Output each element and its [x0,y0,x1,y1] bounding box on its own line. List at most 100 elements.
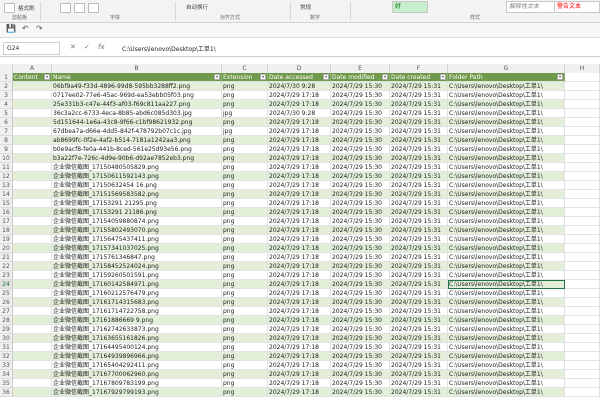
table-cell[interactable]: 企业微信截图_17162742633873.png [52,325,222,334]
table-cell[interactable] [565,280,600,289]
table-cell[interactable]: 2024/7/29 15:30 [331,298,390,307]
table-cell[interactable]: 2024/7/29 15:31 [390,181,448,190]
table-cell[interactable]: 2024/7/29 15:30 [331,271,390,280]
table-cell[interactable] [565,163,600,172]
table-cell[interactable]: 2024/7/29 15:31 [390,379,448,388]
table-cell[interactable]: 2024/7/29 15:30 [331,334,390,343]
table-cell[interactable]: 2024/7/29 15:30 [331,307,390,316]
table-cell[interactable]: 2024/7/29 15:30 [331,262,390,271]
table-cell[interactable]: 2024/7/29 15:30 [331,352,390,361]
table-cell[interactable]: C:\Users\lenovo\Desktop\工单1\ [448,271,565,280]
table-cell[interactable]: C:\Users\lenovo\Desktop\工单1\ [448,379,565,388]
table-cell[interactable]: 企业微信截图_17160142584971.png [52,280,222,289]
row-number[interactable]: 7 [0,127,13,136]
row-number[interactable]: 23 [0,271,13,280]
table-cell[interactable]: png [222,298,268,307]
table-cell[interactable]: b3a22f7e-726c-4d9e-90b6-d92ae7852eb3.png [52,154,222,163]
table-cell[interactable]: png [222,190,268,199]
table-cell[interactable]: png [222,154,268,163]
table-cell[interactable]: 企业微信截图_17150480505829.png [52,163,222,172]
table-cell[interactable]: 2024/7/29 17:18 [268,298,331,307]
table-cell[interactable]: 2024/7/29 17:18 [268,127,331,136]
wrap-text-button[interactable]: 自动换行 [186,3,208,11]
table-cell[interactable] [13,172,52,181]
table-cell[interactable]: 企业微信截图_17158452524024.png [52,262,222,271]
table-cell[interactable]: 2024/7/29 17:18 [268,334,331,343]
table-cell[interactable]: png [222,100,268,109]
table-cell[interactable]: C:\Users\lenovo\Desktop\工单1\ [448,190,565,199]
table-cell[interactable]: png [222,226,268,235]
table-cell[interactable]: 企业微信截图_17153291 21186.png [52,208,222,217]
table-cell[interactable]: 2024/7/29 17:18 [268,154,331,163]
row-number[interactable]: 26 [0,298,13,307]
table-cell[interactable] [565,253,600,262]
row-number[interactable]: 36 [0,388,13,397]
row-number[interactable]: 31 [0,343,13,352]
table-cell[interactable] [13,217,52,226]
table-cell[interactable] [565,172,600,181]
table-cell[interactable] [13,316,52,325]
table-cell[interactable] [13,82,52,91]
table-cell[interactable] [565,343,600,352]
table-cell[interactable]: C:\Users\lenovo\Desktop\工单1\ [448,388,565,397]
table-cell[interactable] [13,388,52,397]
table-cell[interactable] [565,181,600,190]
row-number[interactable]: 15 [0,199,13,208]
style-good-button[interactable]: 好 [392,1,428,13]
row-number[interactable]: 30 [0,334,13,343]
table-cell[interactable]: png [222,244,268,253]
row-number[interactable]: 19 [0,235,13,244]
table-cell[interactable]: png [222,307,268,316]
table-cell[interactable] [13,109,52,118]
table-cell[interactable]: C:\Users\lenovo\Desktop\工单1\ [448,127,565,136]
table-cell[interactable]: 企业微信截图_17163655161826.png [52,334,222,343]
table-cell[interactable]: png [222,289,268,298]
table-cell[interactable]: 2024/7/29 15:30 [331,136,390,145]
table-cell[interactable]: png [222,235,268,244]
table-cell[interactable]: C:\Users\lenovo\Desktop\工单1\ [448,235,565,244]
table-cell[interactable]: 企业微信截图_17167809783199.png [52,379,222,388]
table-cell[interactable]: 企业微信截图_17154059880874.png [52,217,222,226]
table-cell[interactable]: 2024/7/29 17:18 [268,244,331,253]
table-cell[interactable]: C:\Users\lenovo\Desktop\工单1\ [448,163,565,172]
table-cell[interactable]: 2024/7/29 15:30 [331,325,390,334]
filter-dropdown-icon[interactable]: ▾ [214,74,220,80]
table-cell[interactable]: 36c3a2cc-6733-4eca-8b85-abd6c085d303.jpg [52,109,222,118]
table-cell[interactable]: C:\Users\lenovo\Desktop\工单1\ [448,253,565,262]
table-cell[interactable] [13,208,52,217]
filter-dropdown-icon[interactable]: ▾ [557,74,563,80]
table-cell[interactable]: png [222,352,268,361]
table-cell[interactable] [565,145,600,154]
format-painter-button[interactable]: 格式刷 [18,4,35,12]
table-cell[interactable]: 67dbea7a-d66e-4dd5-842f-478792b07c1c.jpg [52,127,222,136]
table-cell[interactable] [565,289,600,298]
table-cell[interactable]: 2024/7/29 15:31 [390,271,448,280]
table-cell[interactable]: 2024/7/29 15:31 [390,298,448,307]
table-cell[interactable]: 2024/7/29 17:18 [268,235,331,244]
table-cell[interactable]: C:\Users\lenovo\Desktop\工单1\ [448,217,565,226]
table-cell[interactable]: C:\Users\lenovo\Desktop\工单1\ [448,334,565,343]
table-cell[interactable]: 2024/7/29 17:18 [268,226,331,235]
table-cell[interactable]: 企业微信截图_17161714722758.png [52,307,222,316]
table-cell[interactable]: 2024/7/29 15:30 [331,154,390,163]
table-cell[interactable]: png [222,172,268,181]
table-cell[interactable]: 企业微信截图_17161714315683.png [52,298,222,307]
table-cell[interactable] [565,226,600,235]
row-number[interactable]: 20 [0,244,13,253]
row-number[interactable]: 5 [0,109,13,118]
table-cell[interactable]: 2024/7/29 15:31 [390,145,448,154]
table-cell[interactable]: png [222,253,268,262]
table-cell[interactable]: png [222,118,268,127]
table-cell[interactable]: C:\Users\lenovo\Desktop\工单1\ [448,361,565,370]
table-cell[interactable] [565,199,600,208]
table-cell[interactable]: png [222,379,268,388]
table-cell[interactable]: 2024/7/29 15:30 [331,163,390,172]
table-cell[interactable] [13,127,52,136]
table-cell[interactable] [565,190,600,199]
table-cell[interactable]: 企业微信截图_17164495400124.png [52,343,222,352]
table-cell[interactable]: 企业微信截图_1715761346847.png [52,253,222,262]
table-cell[interactable]: 25e331b3-c47e-44f3-af03-f69c811aa227.png [52,100,222,109]
row-number[interactable]: 16 [0,208,13,217]
header-cell[interactable] [565,73,600,82]
row-number[interactable]: 33 [0,361,13,370]
